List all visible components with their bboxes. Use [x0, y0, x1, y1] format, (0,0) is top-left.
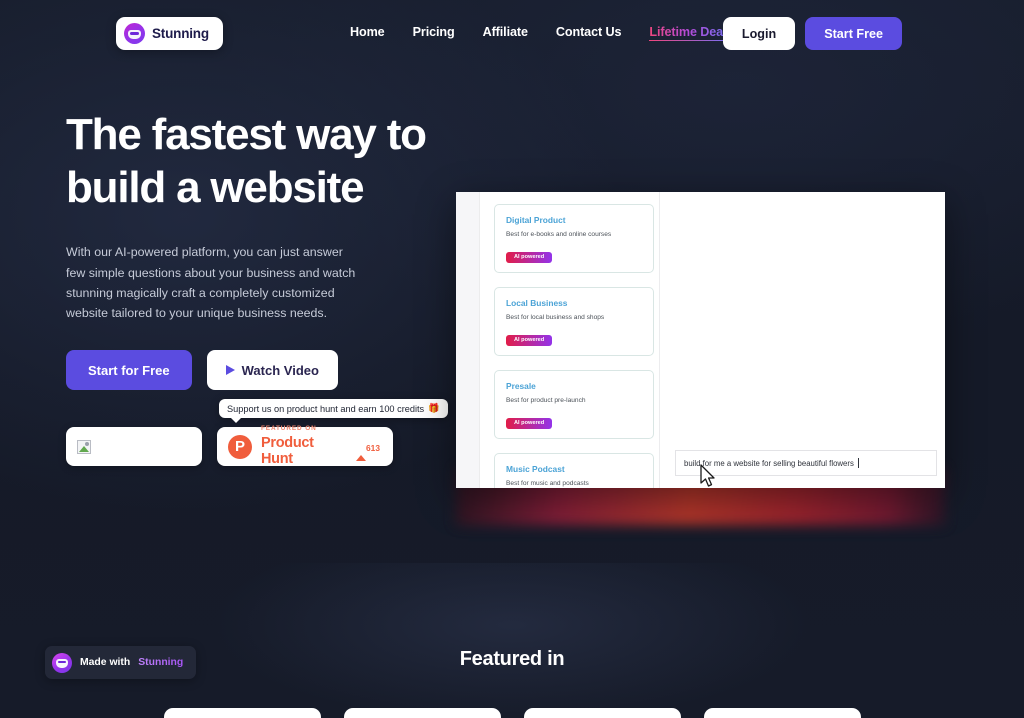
watch-video-label: Watch Video: [241, 362, 319, 378]
watch-video-button[interactable]: Watch Video: [206, 350, 338, 391]
stunning-mascot-icon: [124, 23, 145, 44]
template-title: Digital Product: [506, 215, 566, 225]
upvote-count: 613: [366, 442, 380, 453]
ai-powered-badge: AI powered: [506, 251, 553, 263]
hero-content: The fastest way to build a website With …: [66, 108, 446, 391]
demo-template-card[interactable]: Music Podcast Best for music and podcast…: [494, 453, 654, 488]
featured-on-label: FEATURED ON: [261, 425, 317, 433]
play-icon: [225, 365, 235, 376]
gift-icon: 🎁: [428, 403, 440, 413]
featured-logo-card[interactable]: [703, 708, 861, 718]
demo-template-list: Digital Product Best for e-books and onl…: [494, 204, 654, 488]
demo-divider: [659, 192, 660, 488]
product-hunt-logo-icon: P: [228, 434, 252, 459]
login-button[interactable]: Login: [722, 17, 796, 50]
ai-powered-badge: AI powered: [506, 417, 553, 429]
nav-link-contact-us[interactable]: Contact Us: [556, 25, 622, 39]
tooltip-text: Support us on product hunt and earn 100 …: [227, 403, 425, 414]
site-logo[interactable]: Stunning: [116, 17, 223, 50]
start-for-free-button[interactable]: Start for Free: [66, 350, 192, 391]
auth-actions: Login Start Free: [722, 17, 902, 50]
product-hunt-badge[interactable]: P FEATURED ON Product Hunt 613: [217, 425, 393, 467]
template-title: Local Business: [506, 298, 568, 308]
demo-template-card[interactable]: Digital Product Best for e-books and onl…: [494, 204, 654, 273]
nav-link-pricing[interactable]: Pricing: [413, 25, 455, 39]
main-navigation: Home Pricing Affiliate Contact Us Lifeti…: [350, 25, 727, 41]
template-title: Presale: [506, 381, 536, 391]
site-header: Stunning Home Pricing Affiliate Contact …: [0, 0, 1024, 67]
hero-badges-row: Support us on product hunt and earn 100 …: [66, 399, 448, 467]
featured-logo-card[interactable]: [523, 708, 681, 718]
ai-powered-badge: AI powered: [506, 334, 553, 346]
product-hunt-upvotes[interactable]: 613: [356, 437, 382, 461]
product-hunt-wrapper: Support us on product hunt and earn 100 …: [217, 399, 448, 467]
logo-wordmark: Stunning: [152, 26, 209, 41]
nav-link-home[interactable]: Home: [350, 25, 385, 39]
product-hunt-tooltip: Support us on product hunt and earn 100 …: [219, 399, 448, 423]
hero-title-line-1: The fastest way to: [66, 110, 427, 159]
page-title: The fastest way to build a website: [66, 108, 446, 214]
demo-sidebar: [456, 192, 480, 488]
demo-prompt-input[interactable]: build for me a website for selling beaut…: [675, 450, 937, 476]
nav-link-lifetime-deal[interactable]: Lifetime Deal: [649, 25, 727, 41]
template-description: Best for local business and shops: [506, 314, 605, 321]
hero-subtitle: With our AI-powered platform, you can ju…: [66, 245, 356, 321]
featured-logo-card[interactable]: [343, 708, 501, 718]
landing-page: Stunning Home Pricing Affiliate Contact …: [0, 0, 1024, 718]
demo-prompt-text: build for me a website for selling beaut…: [684, 458, 854, 468]
broken-image-icon: [77, 439, 91, 454]
featured-logo-cards: [0, 708, 1024, 718]
template-description: Best for e-books and online courses: [506, 231, 612, 238]
hero-cta-group: Start for Free Watch Video: [66, 350, 446, 391]
template-title: Music Podcast: [506, 464, 565, 474]
template-description: Best for product pre-launch: [506, 397, 586, 404]
start-free-button[interactable]: Start Free: [805, 17, 902, 50]
upvote-arrow-icon: [356, 437, 367, 461]
featured-logo-card[interactable]: [163, 708, 321, 718]
demo-template-card[interactable]: Presale Best for product pre-launch AI p…: [494, 370, 654, 439]
product-demo-panel: Digital Product Best for e-books and onl…: [456, 192, 945, 488]
image-placeholder-card[interactable]: [66, 427, 202, 466]
hero-title-line-2: build a website: [66, 163, 365, 213]
nav-link-affiliate[interactable]: Affiliate: [483, 25, 528, 39]
featured-in-heading: Featured in: [459, 648, 565, 670]
product-hunt-name: Product Hunt: [261, 434, 314, 467]
template-description: Best for music and podcasts: [506, 480, 589, 487]
product-hunt-text: FEATURED ON Product Hunt: [261, 425, 347, 467]
text-caret: [857, 458, 859, 468]
lower-glow-panel: [206, 563, 818, 718]
demo-template-card[interactable]: Local Business Best for local business a…: [494, 287, 654, 356]
